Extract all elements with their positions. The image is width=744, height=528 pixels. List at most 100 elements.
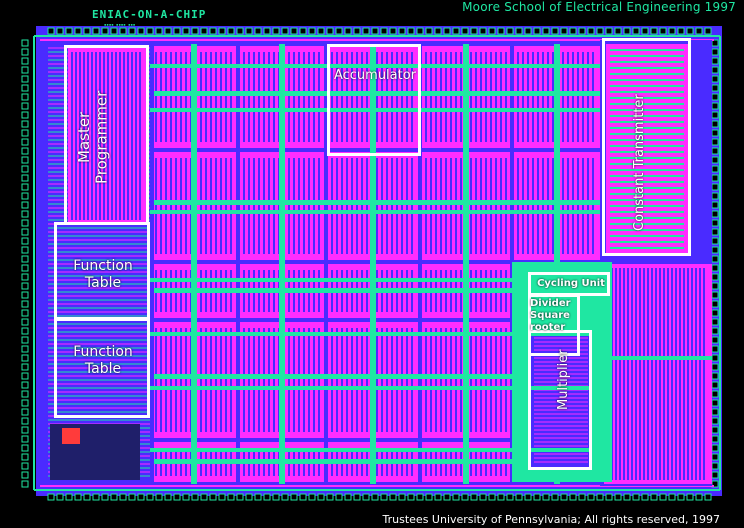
bond-pad <box>533 27 541 35</box>
bond-pad <box>21 255 29 263</box>
bond-pad <box>416 493 424 501</box>
bond-pad <box>416 27 424 35</box>
bond-pad <box>21 57 29 65</box>
bond-pad <box>56 493 64 501</box>
bond-pad <box>711 318 719 326</box>
bus-metal <box>370 320 376 440</box>
bond-pad <box>299 27 307 35</box>
bond-pad <box>596 493 604 501</box>
bond-pad <box>21 129 29 137</box>
bond-pad <box>632 27 640 35</box>
school-title: Moore School of Electrical Engineering 1… <box>462 0 736 14</box>
bus-metal <box>463 150 469 262</box>
bond-pad <box>21 471 29 479</box>
bond-pad <box>641 493 649 501</box>
bond-pad <box>605 493 613 501</box>
bond-pad <box>173 493 181 501</box>
bond-pad <box>245 27 253 35</box>
bond-pad <box>711 435 719 443</box>
bond-pad <box>200 493 208 501</box>
bus-metal <box>191 440 197 484</box>
bond-pad <box>21 174 29 182</box>
bond-pad <box>398 493 406 501</box>
bond-pad <box>21 363 29 371</box>
bond-pad <box>308 493 316 501</box>
bond-pad <box>461 493 469 501</box>
bond-pad <box>569 27 577 35</box>
bond-pad <box>443 27 451 35</box>
bond-pad <box>281 493 289 501</box>
bond-pad <box>21 120 29 128</box>
bond-pad <box>21 183 29 191</box>
bus-metal <box>554 44 560 150</box>
bond-pad <box>470 493 478 501</box>
bond-pad <box>182 493 190 501</box>
bond-pad <box>650 27 658 35</box>
bond-pad <box>227 493 235 501</box>
bond-pad <box>362 493 370 501</box>
bond-pad <box>596 27 604 35</box>
bond-pad <box>353 493 361 501</box>
bond-pad <box>711 426 719 434</box>
bond-pad <box>497 493 505 501</box>
bond-pad <box>551 493 559 501</box>
bond-pad <box>128 493 136 501</box>
bond-pad <box>101 27 109 35</box>
bond-pad <box>711 201 719 209</box>
bond-pad <box>362 27 370 35</box>
bond-pad <box>434 27 442 35</box>
bond-pad <box>711 309 719 317</box>
bond-pad <box>21 84 29 92</box>
bus-metal <box>370 150 376 262</box>
bond-pad <box>704 27 712 35</box>
bond-pad <box>623 493 631 501</box>
bus-metal <box>191 320 197 440</box>
bond-pad <box>704 493 712 501</box>
bond-pad <box>711 165 719 173</box>
constant-transmitter-label: Constant Transmitter <box>632 94 647 232</box>
bond-pad <box>533 493 541 501</box>
bond-pad <box>560 493 568 501</box>
bond-pad <box>711 192 719 200</box>
bond-pad <box>21 417 29 425</box>
bond-pad <box>137 493 145 501</box>
bond-pad <box>479 27 487 35</box>
bond-pad <box>281 27 289 35</box>
accumulator-label: Accumulator <box>333 68 417 83</box>
bond-pad <box>443 493 451 501</box>
bus-metal <box>554 150 560 262</box>
bond-pad <box>711 282 719 290</box>
bond-pad <box>245 493 253 501</box>
bond-pad <box>711 372 719 380</box>
bond-pad <box>506 493 514 501</box>
bond-pad <box>711 345 719 353</box>
bond-pad <box>21 48 29 56</box>
bond-pad <box>711 300 719 308</box>
bond-pad <box>47 27 55 35</box>
bond-pad <box>711 273 719 281</box>
bond-pad <box>65 27 73 35</box>
bond-pad <box>21 390 29 398</box>
bond-pad <box>569 493 577 501</box>
bond-pad <box>461 27 469 35</box>
bond-pad <box>677 27 685 35</box>
bond-pad <box>191 493 199 501</box>
bond-pad <box>236 493 244 501</box>
bond-pad <box>711 336 719 344</box>
bond-pad <box>344 493 352 501</box>
bus-metal <box>191 44 197 150</box>
bus-metal <box>191 150 197 262</box>
bond-pad <box>254 493 262 501</box>
bond-pad <box>650 493 658 501</box>
bus-metal <box>150 210 600 214</box>
bond-pad <box>21 237 29 245</box>
bond-pad <box>506 27 514 35</box>
bond-pad <box>200 27 208 35</box>
bond-pad <box>711 444 719 452</box>
bond-pad <box>711 147 719 155</box>
bond-pad <box>677 493 685 501</box>
bond-pad <box>711 408 719 416</box>
bus-metal <box>604 356 712 360</box>
bond-pad <box>452 493 460 501</box>
bond-pad <box>711 354 719 362</box>
